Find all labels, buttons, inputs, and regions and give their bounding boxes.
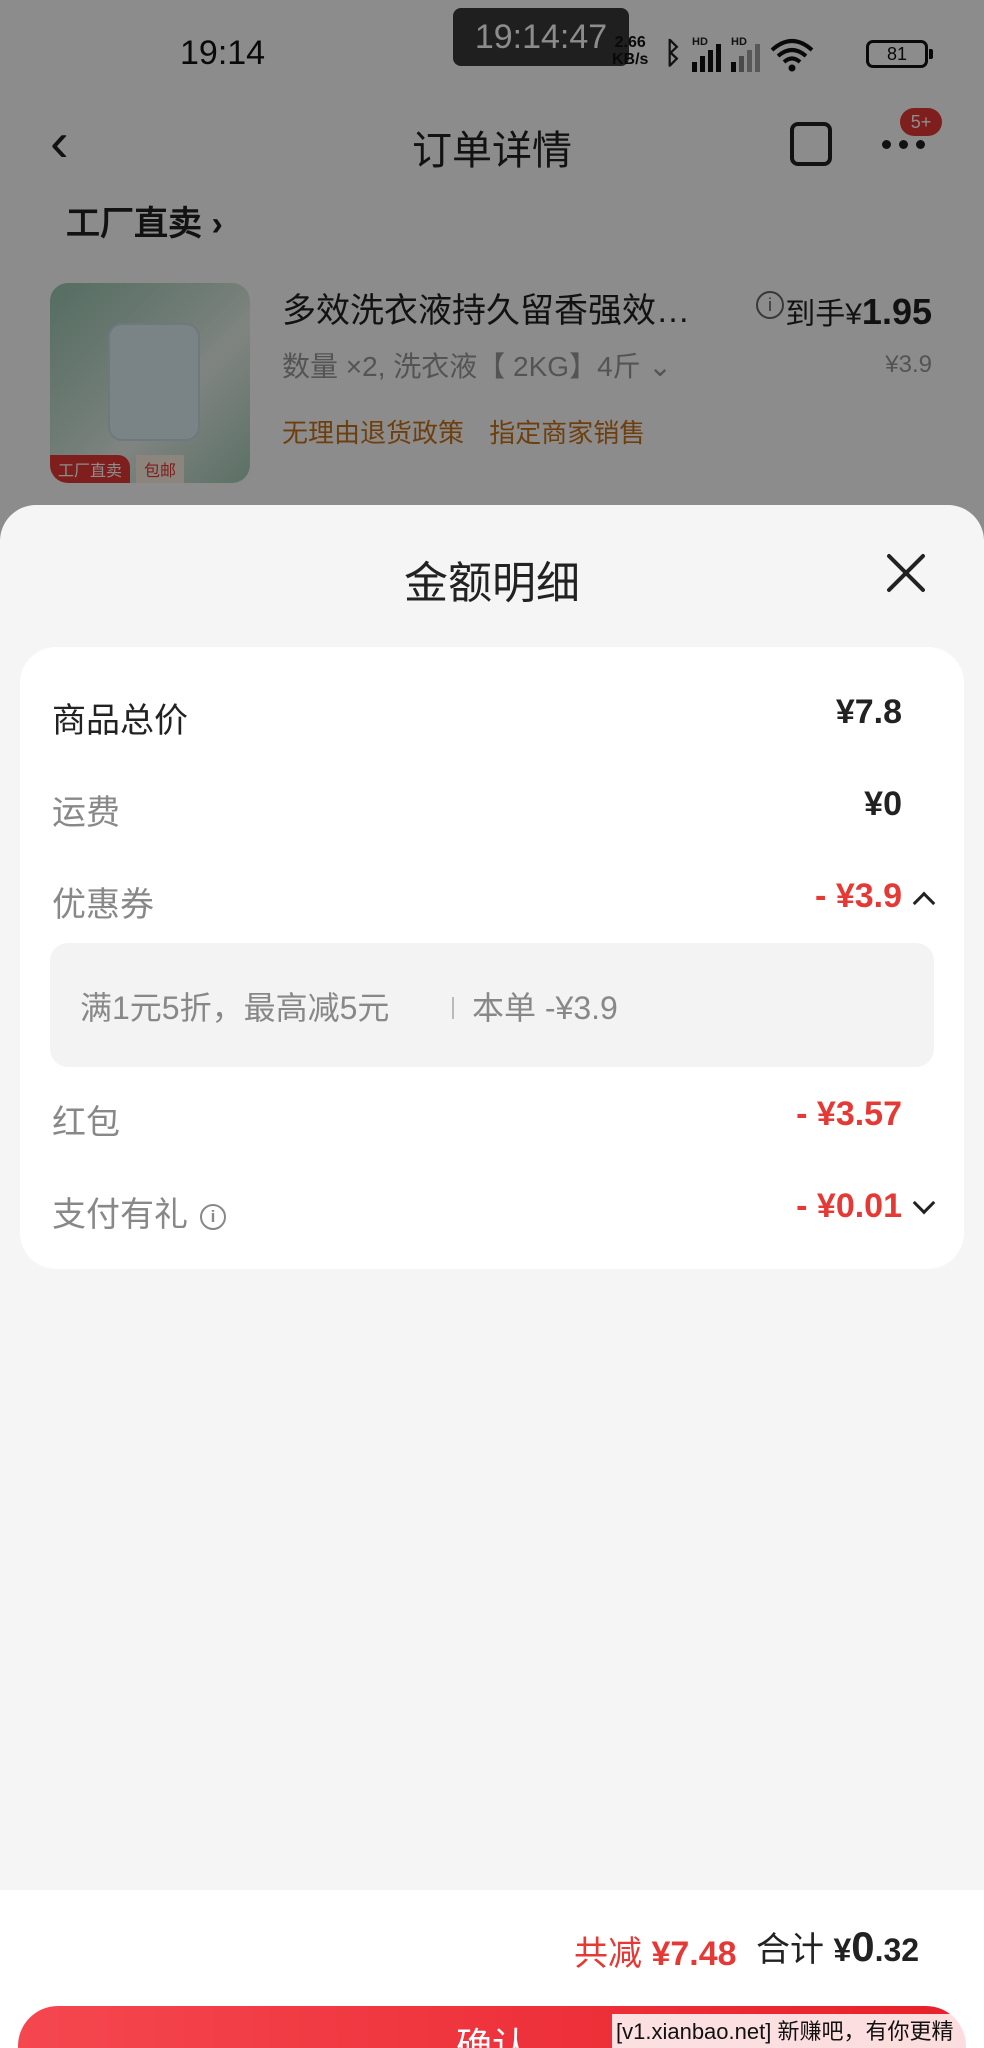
row-red-packet: 红包 - ¥3.57 xyxy=(52,1085,932,1145)
row-value: - ¥3.57 xyxy=(796,1095,902,1133)
chevron-up-icon[interactable] xyxy=(912,891,936,915)
row-label: 支付有礼 i xyxy=(52,1187,226,1236)
row-label: 商品总价 xyxy=(52,702,188,740)
coupon-detail: 满1元5折，最高减5元 本单 -¥3.9 xyxy=(50,943,934,1067)
row-label: 运费 xyxy=(52,794,120,832)
chevron-down-icon[interactable] xyxy=(912,1191,936,1215)
info-icon[interactable]: i xyxy=(200,1204,226,1230)
watermark: [v1.xianbao.net] 新赚吧，有你更精彩！ xyxy=(612,2014,984,2048)
row-payment-gift[interactable]: 支付有礼 i - ¥0.01 xyxy=(52,1177,936,1237)
row-subtotal: 商品总价 ¥7.8 xyxy=(52,683,932,743)
total-amount: 合计 ¥0.32 xyxy=(756,1923,920,1970)
coupon-amount: 本单 -¥3.9 xyxy=(472,990,618,1026)
row-coupon[interactable]: 优惠券 - ¥3.9 xyxy=(52,867,936,927)
row-label: 优惠券 xyxy=(52,886,154,924)
row-label: 红包 xyxy=(52,1104,120,1142)
amount-detail-sheet: 金额明细 商品总价 ¥7.8 运费 ¥0 优惠券 - ¥3.9 满1元5折，最高… xyxy=(0,505,984,2048)
row-value: - ¥0.01 xyxy=(796,1187,902,1225)
divider xyxy=(452,997,454,1019)
total-reduction: 共减 ¥7.48 xyxy=(574,1935,737,1973)
row-value: ¥0 xyxy=(864,785,902,823)
sheet-title: 金额明细 xyxy=(404,559,580,608)
row-shipping: 运费 ¥0 xyxy=(52,775,932,835)
modal-overlay[interactable] xyxy=(0,0,984,540)
row-value: ¥7.8 xyxy=(835,693,902,731)
amount-card: 商品总价 ¥7.8 运费 ¥0 优惠券 - ¥3.9 满1元5折，最高减5元 本… xyxy=(20,647,964,1269)
close-icon[interactable] xyxy=(884,551,928,595)
row-value: - ¥3.9 xyxy=(815,877,902,915)
coupon-rule: 满1元5折，最高减5元 xyxy=(80,990,390,1026)
